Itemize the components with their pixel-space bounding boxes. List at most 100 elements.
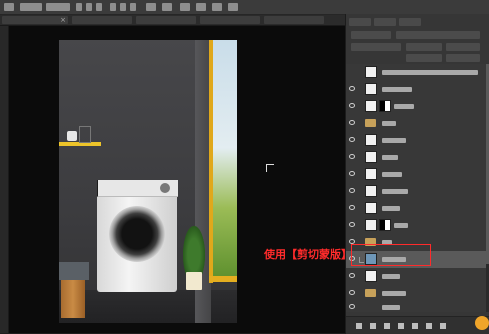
document-tab-bar: × (0, 15, 345, 26)
align-bottom-icon[interactable] (130, 3, 136, 11)
options-bar-item[interactable] (46, 3, 70, 11)
plant-pot-graphic (186, 272, 202, 290)
layer-name (394, 223, 408, 228)
layer-row[interactable] (346, 302, 486, 312)
3d-mode-icon[interactable] (228, 3, 238, 11)
eye-icon[interactable] (349, 120, 355, 125)
layer-row[interactable] (346, 200, 486, 218)
layer-filter-icons[interactable] (396, 31, 480, 39)
eye-icon[interactable] (349, 222, 355, 227)
towel-basket-graphic (59, 262, 89, 280)
opacity-input[interactable] (446, 43, 480, 51)
align-left-icon[interactable] (76, 3, 82, 11)
folder-icon (365, 289, 376, 297)
layer-row[interactable] (346, 132, 486, 150)
layer-thumbnail (365, 168, 377, 180)
document-tab[interactable] (72, 16, 132, 24)
layer-name (382, 138, 406, 143)
document-canvas[interactable] (59, 40, 237, 323)
options-bar (0, 0, 489, 15)
link-icon[interactable] (356, 323, 362, 329)
new-group-icon[interactable] (412, 323, 418, 329)
washing-machine-graphic (97, 180, 178, 292)
align-center-icon[interactable] (86, 3, 92, 11)
3d-mode-icon[interactable] (212, 3, 222, 11)
mask-icon[interactable] (379, 100, 391, 112)
layer-row[interactable] (346, 285, 486, 303)
layer-row[interactable] (346, 217, 486, 235)
eye-icon[interactable] (349, 290, 355, 295)
washer-knob (160, 183, 170, 193)
align-right-icon[interactable] (96, 3, 102, 11)
fill-input[interactable] (446, 54, 480, 62)
layer-filter-select[interactable] (351, 31, 391, 39)
layer-name (382, 189, 408, 194)
layer-row[interactable] (346, 183, 486, 201)
fx-icon[interactable] (370, 323, 376, 329)
distribute-icon[interactable] (146, 3, 156, 11)
eye-icon[interactable] (349, 137, 355, 142)
fill-label (406, 54, 442, 62)
adjustment-icon[interactable] (398, 323, 404, 329)
layer-name (394, 104, 414, 109)
layer-row[interactable] (346, 268, 486, 286)
watermark-logo-icon (475, 316, 489, 330)
distribute-icon[interactable] (162, 3, 172, 11)
layer-name (382, 206, 400, 211)
eye-icon[interactable] (349, 86, 355, 91)
layer-thumbnail (365, 100, 377, 112)
layer-name (382, 305, 400, 310)
toolbar (0, 26, 9, 333)
eye-icon[interactable] (349, 205, 355, 210)
layer-thumbnail (365, 66, 377, 78)
layer-name (382, 155, 398, 160)
layer-row[interactable] (346, 149, 486, 167)
eye-icon[interactable] (349, 154, 355, 159)
document-tab[interactable] (200, 16, 260, 24)
opacity-label (406, 43, 442, 51)
align-top-icon[interactable] (110, 3, 116, 11)
document-tab[interactable] (264, 16, 324, 24)
layer-thumbnail (365, 151, 377, 163)
layer-row[interactable] (346, 115, 486, 133)
layer-thumbnail (365, 185, 377, 197)
panel-tab[interactable] (399, 18, 421, 26)
eye-icon[interactable] (349, 103, 355, 108)
layer-row[interactable] (346, 166, 486, 184)
layer-thumbnail (365, 134, 377, 146)
layer-name (382, 274, 400, 279)
eye-icon[interactable] (349, 188, 355, 193)
layer-row[interactable] (346, 81, 486, 99)
options-bar-item[interactable] (20, 3, 42, 11)
align-middle-icon[interactable] (120, 3, 126, 11)
layer-thumbnail (365, 219, 377, 231)
mask-icon[interactable] (384, 323, 390, 329)
document-tab[interactable] (136, 16, 196, 24)
cursor-icon (266, 164, 274, 172)
layer-row[interactable] (346, 98, 486, 116)
layer-row[interactable] (346, 64, 486, 82)
trash-icon[interactable] (440, 323, 446, 329)
tool-preset-button[interactable] (4, 3, 14, 11)
panel-tab[interactable] (374, 18, 396, 26)
mask-icon[interactable] (379, 219, 391, 231)
layer-list (346, 64, 489, 312)
close-icon[interactable]: × (60, 16, 66, 24)
eye-icon[interactable] (349, 171, 355, 176)
3d-mode-icon[interactable] (196, 3, 206, 11)
eye-icon[interactable] (349, 273, 355, 278)
layer-name (382, 172, 402, 177)
plant-graphic (183, 226, 205, 274)
blend-mode-select[interactable] (351, 43, 401, 51)
3d-mode-icon[interactable] (180, 3, 190, 11)
document-tab[interactable]: × (2, 16, 68, 24)
layer-name (382, 291, 406, 296)
clipping-mask-highlight (351, 244, 431, 266)
window-view-graphic (211, 40, 237, 280)
tutorial-caption: 使用【剪切蒙版】 (264, 248, 352, 261)
panel-tab[interactable] (349, 18, 371, 26)
eye-icon[interactable] (349, 304, 355, 309)
new-layer-icon[interactable] (426, 323, 432, 329)
shelf-object-graphic (67, 131, 77, 141)
window-sill-graphic (209, 276, 237, 282)
